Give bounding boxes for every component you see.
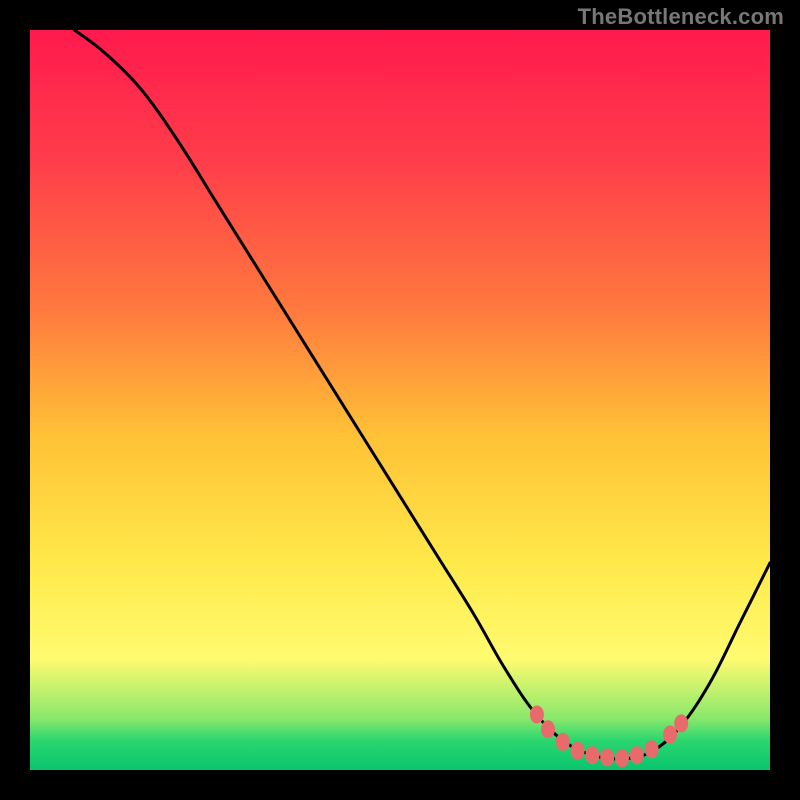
curve-marker: [600, 748, 614, 766]
curve-marker: [674, 714, 688, 732]
curve-marker: [541, 720, 555, 738]
curve-marker: [556, 733, 570, 751]
curve-marker: [630, 746, 644, 764]
curve-marker: [645, 740, 659, 758]
bottleneck-chart: [0, 0, 800, 800]
curve-marker: [530, 706, 544, 724]
watermark-text: TheBottleneck.com: [578, 4, 784, 30]
curve-marker: [615, 749, 629, 767]
curve-marker: [571, 742, 585, 760]
plot-background: [30, 30, 770, 770]
curve-marker: [585, 746, 599, 764]
chart-container: TheBottleneck.com: [0, 0, 800, 800]
curve-marker: [663, 726, 677, 744]
